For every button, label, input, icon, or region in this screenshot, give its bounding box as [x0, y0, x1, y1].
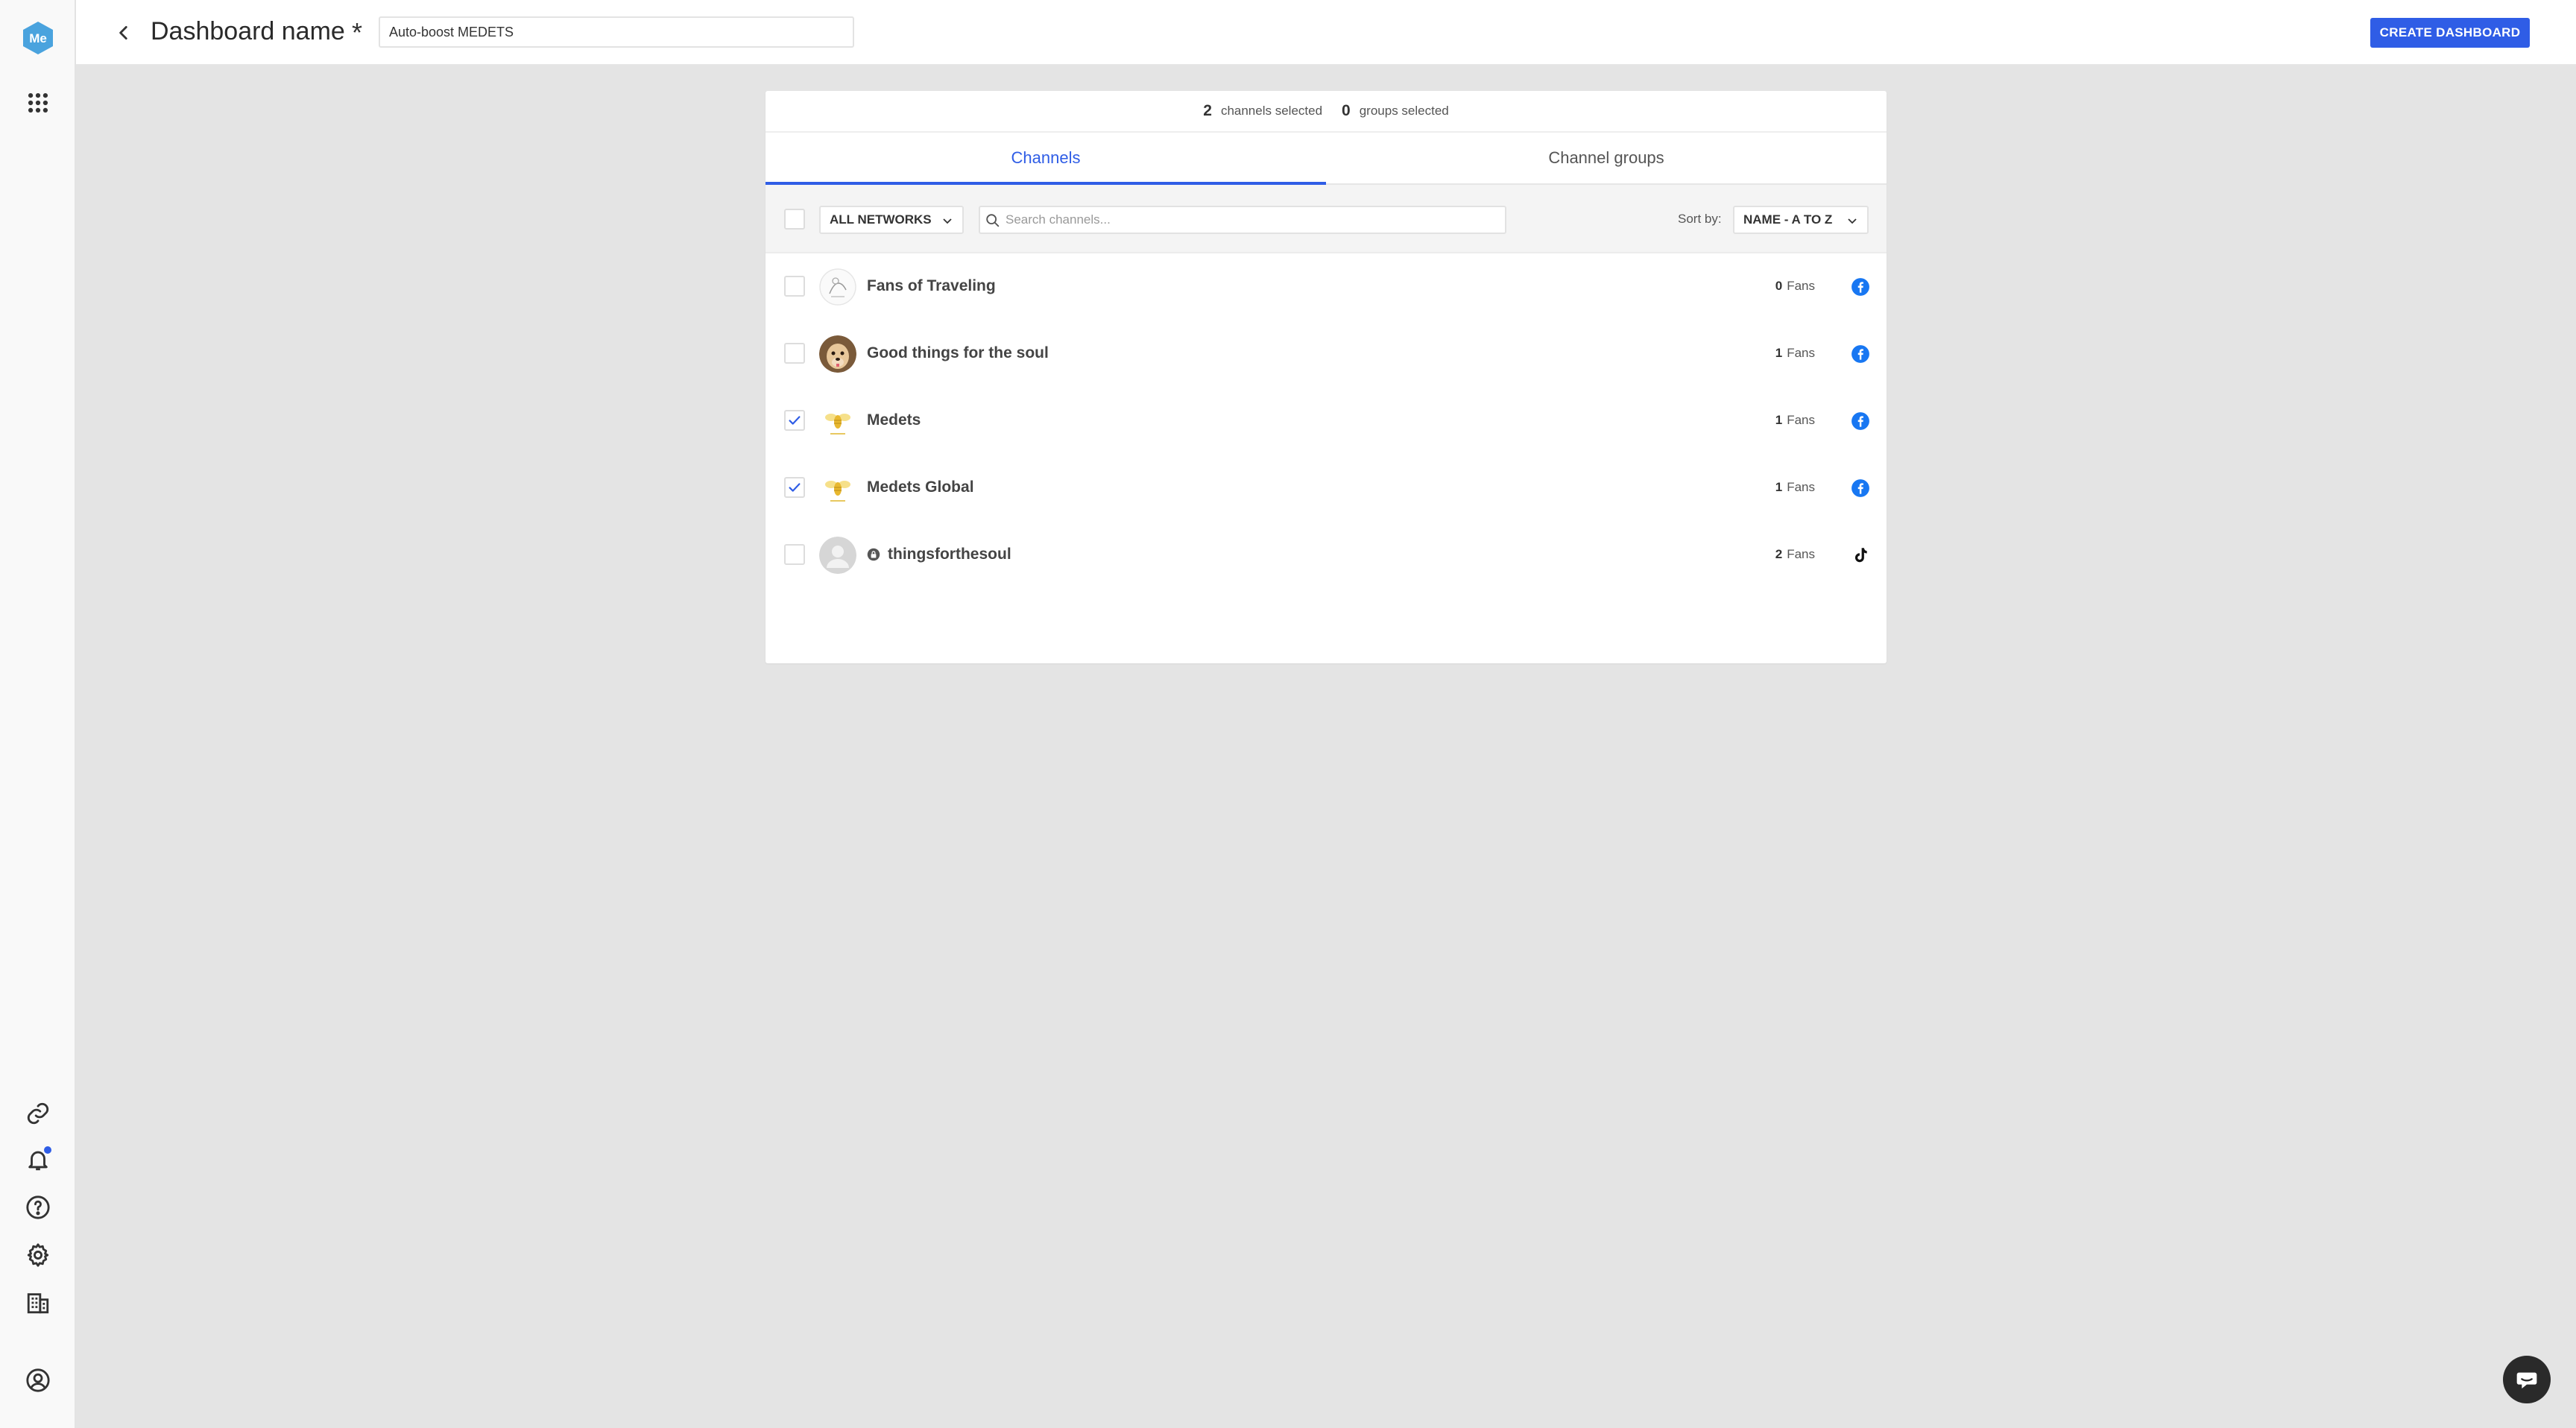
channel-name: Fans of Traveling [867, 277, 996, 294]
search-input[interactable] [1006, 207, 1497, 233]
lock-icon [867, 548, 880, 561]
fans-label: Fans [1787, 413, 1815, 427]
fans-number: 0 [1775, 279, 1783, 293]
search-icon [986, 214, 1000, 227]
fans-count: 1 Fans [1775, 346, 1815, 361]
fans-label: Fans [1787, 279, 1815, 293]
channel-row[interactable]: Medets 1 Fans [765, 388, 1887, 455]
channel-checkbox[interactable] [784, 544, 805, 565]
top-header: Dashboard name * CREATE DASHBOARD [76, 0, 2576, 66]
channel-row[interactable]: Medets Global 1 Fans [765, 455, 1887, 522]
fans-number: 1 [1775, 480, 1783, 494]
chevron-down-icon [943, 218, 952, 224]
channel-checkbox[interactable] [784, 343, 805, 364]
channel-toolbar: ALL NETWORKS Sort by: NAME - A TO Z [765, 185, 1887, 253]
network-filter-value: ALL NETWORKS [830, 212, 932, 227]
channels-selected-count: 2 [1203, 102, 1212, 119]
channel-list: Fans of Traveling 0 Fans Good things for … [765, 253, 1887, 589]
building-icon[interactable] [23, 1288, 53, 1318]
facebook-icon [1852, 278, 1869, 296]
groups-selected-label: groups selected [1359, 104, 1449, 118]
link-icon[interactable] [23, 1099, 53, 1128]
selection-summary: 2 channels selected 0 groups selected [765, 91, 1887, 133]
fans-label: Fans [1787, 480, 1815, 494]
fans-number: 1 [1775, 346, 1783, 360]
sort-value: NAME - A TO Z [1743, 212, 1833, 227]
tab-channels[interactable]: Channels [765, 133, 1326, 185]
required-mark: * [352, 17, 363, 48]
tiktok-icon [1854, 548, 1867, 563]
dashboard-name-input[interactable] [379, 16, 854, 48]
channel-name: Medets [867, 411, 921, 429]
fans-label: Fans [1787, 346, 1815, 360]
sort-label: Sort by: [1678, 212, 1722, 226]
page-title: Dashboard name [151, 17, 345, 45]
search-box [979, 206, 1506, 234]
groups-selected-count: 0 [1342, 102, 1351, 119]
channel-checkbox[interactable] [784, 410, 805, 431]
tabs: Channels Channel groups [765, 133, 1887, 185]
facebook-icon [1852, 479, 1869, 497]
check-icon [789, 483, 801, 492]
fans-number: 2 [1775, 547, 1783, 561]
bee-logo-avatar [819, 470, 856, 507]
sidebar: Me [0, 0, 76, 1428]
channels-selected-label: channels selected [1220, 104, 1323, 118]
create-dashboard-button[interactable]: CREATE DASHBOARD [2370, 18, 2530, 48]
channel-name: Medets Global [867, 478, 974, 496]
channel-selector-panel: 2 channels selected 0 groups selected Ch… [765, 91, 1887, 663]
apps-grid-icon[interactable] [23, 88, 53, 118]
app-logo[interactable]: Me [22, 21, 54, 55]
chevron-down-icon [1848, 218, 1857, 224]
channel-row[interactable]: Fans of Traveling 0 Fans [765, 253, 1887, 320]
select-all-checkbox[interactable] [784, 209, 805, 230]
notification-dot [44, 1146, 51, 1154]
channel-checkbox[interactable] [784, 276, 805, 297]
tab-channel-groups[interactable]: Channel groups [1326, 133, 1887, 183]
sort-dropdown[interactable]: NAME - A TO Z [1733, 206, 1869, 234]
logo-text: Me [29, 31, 47, 45]
network-filter-dropdown[interactable]: ALL NETWORKS [819, 206, 964, 234]
dog-photo-avatar [819, 335, 856, 373]
fans-count: 1 Fans [1775, 413, 1815, 428]
chat-support-button[interactable] [2503, 1356, 2551, 1403]
chevron-left-icon [119, 26, 127, 40]
bell-icon[interactable] [23, 1145, 53, 1175]
help-icon[interactable] [23, 1192, 53, 1222]
back-button[interactable] [109, 18, 139, 48]
account-icon[interactable] [23, 1365, 53, 1395]
channel-row[interactable]: thingsforthesoul 2 Fans [765, 522, 1887, 589]
facebook-icon [1852, 412, 1869, 430]
fans-count: 1 Fans [1775, 480, 1815, 495]
bee-logo-avatar [819, 402, 856, 440]
check-icon [789, 416, 801, 425]
default-user-avatar [819, 537, 856, 574]
channel-checkbox[interactable] [784, 477, 805, 498]
fans-label: Fans [1787, 547, 1815, 561]
gear-icon[interactable] [23, 1240, 53, 1270]
fans-count: 2 Fans [1775, 547, 1815, 562]
chat-icon [2516, 1372, 2537, 1388]
fans-number: 1 [1775, 413, 1783, 427]
sketch-avatar [819, 268, 856, 306]
fans-count: 0 Fans [1775, 279, 1815, 294]
facebook-icon [1852, 345, 1869, 363]
channel-row[interactable]: Good things for the soul 1 Fans [765, 320, 1887, 388]
channel-name: Good things for the soul [867, 344, 1049, 361]
channel-name: thingsforthesoul [888, 546, 1011, 563]
